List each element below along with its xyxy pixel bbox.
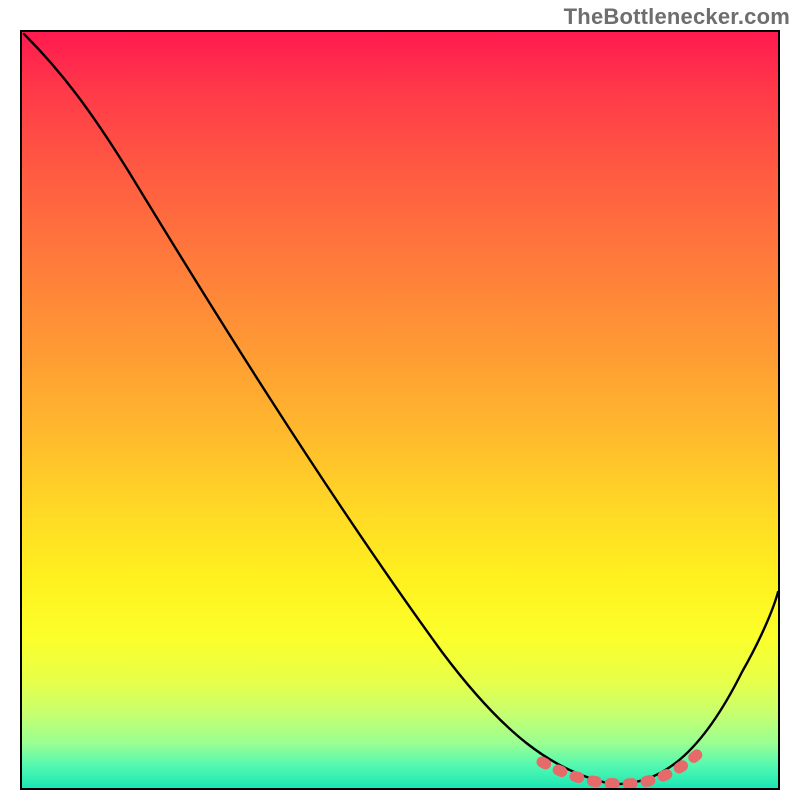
- chart-container: TheBottlenecker.com: [0, 0, 800, 800]
- curve-svg: [22, 32, 778, 788]
- attribution-text: TheBottlenecker.com: [564, 4, 790, 30]
- plot-area: [20, 30, 780, 790]
- bottleneck-curve: [24, 34, 778, 784]
